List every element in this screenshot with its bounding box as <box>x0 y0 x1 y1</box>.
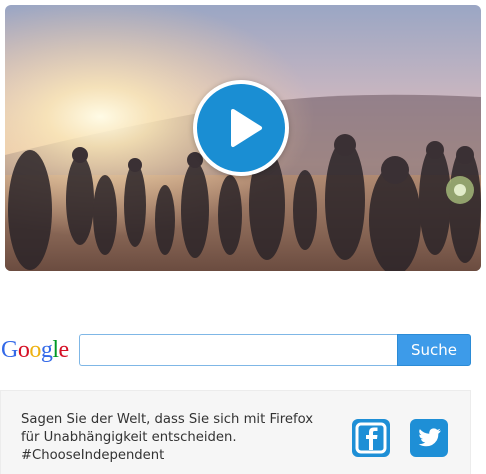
logo-letter: e <box>58 337 70 363</box>
share-hashtag: #ChooseIndependent <box>21 448 165 463</box>
search-bar: Google Suche <box>0 333 486 367</box>
search-button[interactable]: Suche <box>397 334 471 366</box>
play-icon <box>231 109 262 147</box>
share-line: für Unabhängigkeit entscheiden. <box>21 430 237 445</box>
twitter-icon <box>418 428 441 447</box>
logo-letter: g <box>40 337 53 363</box>
share-message: Sagen Sie der Welt, dass Sie sich mit Fi… <box>21 411 341 465</box>
share-line: Sagen Sie der Welt, dass Sie sich mit Fi… <box>21 412 314 427</box>
logo-letter: G <box>1 337 18 363</box>
play-button[interactable] <box>193 80 289 176</box>
google-logo: Google <box>1 335 69 365</box>
logo-letter: o <box>17 337 30 363</box>
facebook-icon <box>355 422 387 454</box>
search-input[interactable] <box>79 334 397 366</box>
twitter-share-button[interactable] <box>410 419 448 457</box>
facebook-share-button[interactable] <box>352 419 390 457</box>
logo-letter: o <box>29 337 41 363</box>
video-player[interactable] <box>5 5 481 271</box>
share-panel: Sagen Sie der Welt, dass Sie sich mit Fi… <box>0 390 471 474</box>
